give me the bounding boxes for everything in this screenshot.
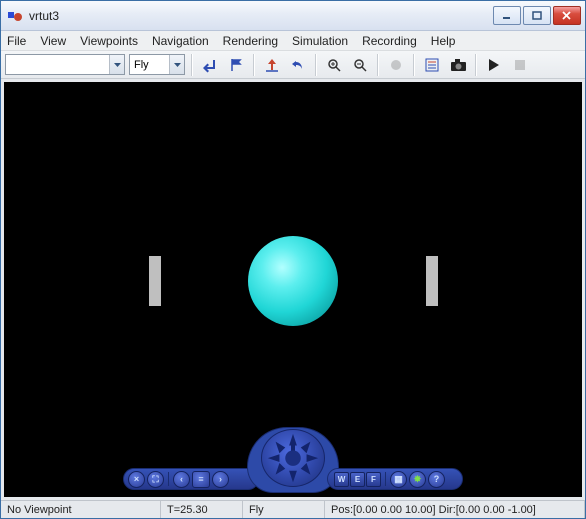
menu-view[interactable]: View xyxy=(40,34,66,48)
flag-icon xyxy=(229,58,243,72)
straighten-button[interactable] xyxy=(261,54,283,76)
3d-viewport[interactable]: × ⛶ ‹ ≡ › xyxy=(4,82,582,497)
toolbar-separator xyxy=(315,54,317,76)
nav-menu-button[interactable]: ≡ xyxy=(192,471,210,488)
nav-separator xyxy=(168,472,169,486)
play-icon xyxy=(489,59,499,71)
viewport-container: × ⛶ ‹ ≡ › xyxy=(1,79,585,500)
window-buttons xyxy=(493,6,581,25)
zoom-in-button[interactable] xyxy=(323,54,345,76)
help-icon: ? xyxy=(434,474,440,484)
minimize-button[interactable] xyxy=(493,6,521,25)
nav-examine-button[interactable]: E xyxy=(350,472,365,487)
compass-icon xyxy=(262,430,324,486)
undo-move-button[interactable] xyxy=(287,54,309,76)
nav-wireframe-button[interactable]: ▦ xyxy=(390,471,407,488)
return-arrow-icon xyxy=(203,58,217,72)
nav-panel-right: W E F ▦ ✸ ? xyxy=(327,468,463,490)
menu-simulation[interactable]: Simulation xyxy=(292,34,348,48)
menu-rendering[interactable]: Rendering xyxy=(223,34,278,48)
nav-prev-button[interactable]: ‹ xyxy=(173,471,190,488)
chevron-left-icon: ‹ xyxy=(180,474,183,484)
app-icon xyxy=(7,8,23,24)
statusbar: No Viewpoint T=25.30 Fly Pos:[0.00 0.00 … xyxy=(1,500,585,518)
record-icon xyxy=(390,59,402,71)
window-title: vrtut3 xyxy=(29,9,493,23)
stop-button[interactable] xyxy=(509,54,531,76)
nav-walk-button[interactable]: W xyxy=(334,472,349,487)
toolbar-separator xyxy=(475,54,477,76)
close-button[interactable] xyxy=(553,6,581,25)
x-icon: × xyxy=(134,474,139,484)
nav-close-button[interactable]: × xyxy=(128,471,145,488)
zoom-in-icon xyxy=(327,58,341,72)
navmode-combo-value: Fly xyxy=(134,59,149,71)
stop-icon xyxy=(515,60,525,70)
chevron-right-icon: › xyxy=(219,474,222,484)
nav-help-button[interactable]: ? xyxy=(428,471,445,488)
home-icon: ⛶ xyxy=(152,474,158,485)
titlebar: vrtut3 xyxy=(1,1,585,31)
menu-viewpoints[interactable]: Viewpoints xyxy=(80,34,138,48)
nav-fly-button[interactable]: F xyxy=(366,472,381,487)
toolbar-separator xyxy=(377,54,379,76)
play-button[interactable] xyxy=(483,54,505,76)
nav-direction-hub[interactable] xyxy=(261,429,325,487)
zoom-out-icon xyxy=(353,58,367,72)
toolbar: Fly xyxy=(1,51,585,79)
menu-file[interactable]: File xyxy=(7,34,26,48)
toolbar-separator xyxy=(191,54,193,76)
record-button[interactable] xyxy=(385,54,407,76)
zoom-out-button[interactable] xyxy=(349,54,371,76)
menu-help[interactable]: Help xyxy=(431,34,456,48)
camera-icon xyxy=(451,59,466,71)
menu-icon: ≡ xyxy=(198,474,203,484)
status-viewpoint: No Viewpoint xyxy=(1,501,161,518)
chevron-down-icon xyxy=(109,55,124,74)
sun-icon: ✸ xyxy=(414,474,422,485)
nav-mode-group: W E F xyxy=(334,472,381,487)
nav-panel-left: × ⛶ ‹ ≡ › xyxy=(123,468,259,490)
maximize-button[interactable] xyxy=(523,6,551,25)
nav-next-button[interactable]: › xyxy=(212,471,229,488)
scene-object-box-left xyxy=(149,256,161,306)
menu-recording[interactable]: Recording xyxy=(362,34,417,48)
menu-navigation[interactable]: Navigation xyxy=(152,34,209,48)
nav-headlight-button[interactable]: ✸ xyxy=(409,471,426,488)
nav-control-panel: × ⛶ ‹ ≡ › xyxy=(123,427,463,493)
grid-icon: ▦ xyxy=(394,474,403,485)
block-params-button[interactable] xyxy=(421,54,443,76)
chevron-down-icon xyxy=(169,55,184,74)
nav-separator xyxy=(385,472,386,486)
create-viewpoint-button[interactable] xyxy=(225,54,247,76)
toolbar-separator xyxy=(413,54,415,76)
toolbar-separator xyxy=(253,54,255,76)
status-time: T=25.30 xyxy=(161,501,243,518)
scene-object-box-right xyxy=(426,256,438,306)
status-navmode: Fly xyxy=(243,501,325,518)
navmode-combo[interactable]: Fly xyxy=(129,54,185,75)
scene-object-sphere xyxy=(248,236,338,326)
undo-icon xyxy=(291,58,305,72)
nav-home-button[interactable]: ⛶ xyxy=(147,471,164,488)
status-position: Pos:[0.00 0.00 10.00] Dir:[0.00 0.00 -1.… xyxy=(325,501,585,518)
back-button[interactable] xyxy=(199,54,221,76)
list-icon xyxy=(425,58,439,72)
viewpoint-combo[interactable] xyxy=(5,54,125,75)
up-arrow-icon xyxy=(265,58,279,72)
snapshot-button[interactable] xyxy=(447,54,469,76)
menubar: File View Viewpoints Navigation Renderin… xyxy=(1,31,585,51)
